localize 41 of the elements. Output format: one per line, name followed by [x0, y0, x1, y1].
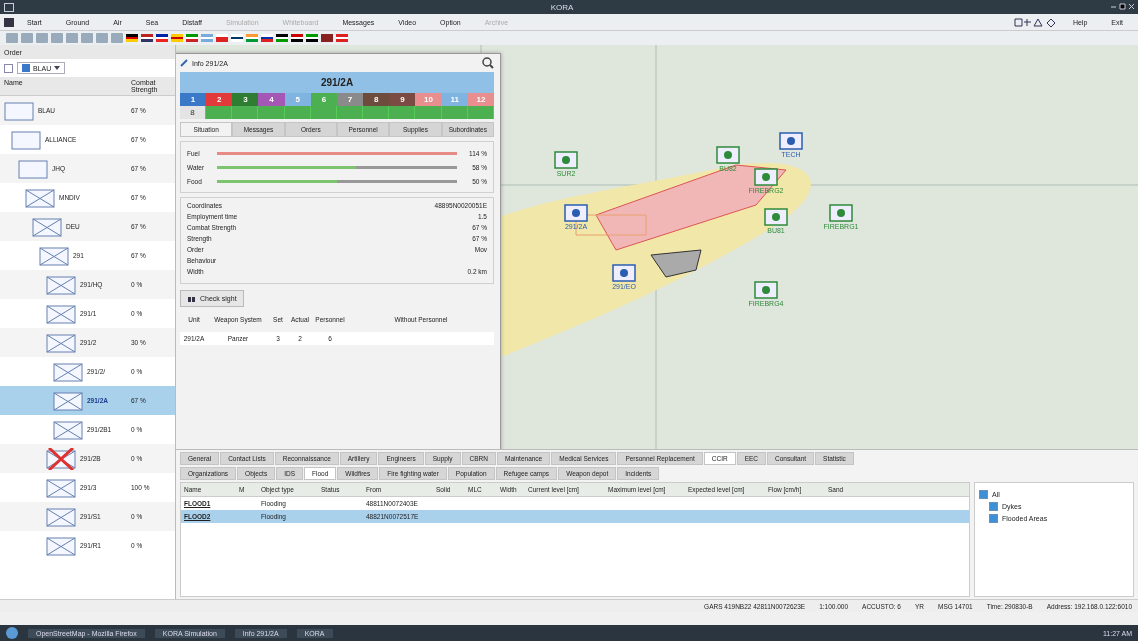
- status-cell[interactable]: [284, 106, 311, 119]
- obstacle-area: [650, 249, 702, 278]
- status-cell[interactable]: [206, 106, 233, 119]
- pencil-icon: [180, 59, 188, 67]
- checkbox[interactable]: [989, 502, 998, 511]
- status-cell[interactable]: [467, 106, 494, 119]
- flag-icon[interactable]: [126, 34, 138, 42]
- status-cell[interactable]: [258, 106, 285, 119]
- status-cell[interactable]: 3: [232, 93, 259, 106]
- flag-icon[interactable]: [261, 34, 273, 42]
- status-cell[interactable]: 8: [363, 93, 390, 106]
- start-icon[interactable]: [6, 627, 18, 639]
- status-cell[interactable]: [363, 106, 390, 119]
- flag-icon[interactable]: [156, 34, 168, 42]
- status-cell[interactable]: 2: [206, 93, 233, 106]
- filter-icon[interactable]: [4, 63, 13, 73]
- window-title: KORA: [550, 2, 574, 12]
- binoculars-icon: [187, 294, 196, 303]
- flag-icon[interactable]: [291, 34, 303, 42]
- status-cell[interactable]: 9: [389, 93, 416, 106]
- app-menu-icon[interactable]: [4, 17, 14, 27]
- status-cell[interactable]: [415, 106, 442, 119]
- status-cell[interactable]: [441, 106, 468, 119]
- flag-icon[interactable]: [231, 34, 243, 42]
- status-cell[interactable]: [310, 106, 337, 119]
- status-cell[interactable]: [232, 106, 259, 119]
- status-cell[interactable]: 8: [180, 106, 207, 119]
- status-cell[interactable]: 1: [180, 93, 207, 106]
- status-cell[interactable]: [337, 106, 364, 119]
- status-cell[interactable]: [389, 106, 416, 119]
- search-icon[interactable]: [482, 57, 494, 69]
- checkbox[interactable]: [979, 490, 988, 499]
- checkbox[interactable]: [989, 514, 998, 523]
- unit-header: 291/2A: [180, 72, 494, 93]
- app-icon: [4, 2, 14, 12]
- status-cell[interactable]: 4: [258, 93, 285, 106]
- window-controls-icon[interactable]: [1110, 3, 1134, 11]
- flag-icon[interactable]: [276, 34, 288, 42]
- flag-icon[interactable]: [141, 34, 153, 42]
- flag-icon[interactable]: [306, 34, 318, 42]
- caret-icon: [54, 66, 61, 70]
